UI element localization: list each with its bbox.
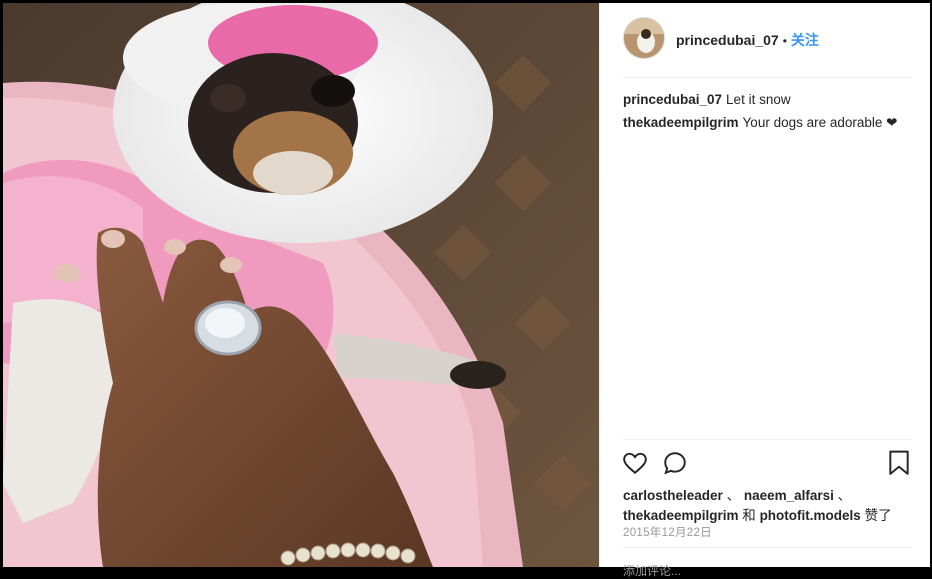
separator-dot: • [782, 34, 787, 48]
avatar[interactable] [623, 17, 665, 59]
likes-and: 和 [738, 508, 760, 523]
comment-item: thekadeempilgrim Your dogs are adorable ❤ [623, 115, 913, 131]
liker-username[interactable]: thekadeempilgrim [623, 508, 739, 523]
comment-box-divider [623, 547, 912, 548]
post-header: princedubai_07 • 关注 [600, 3, 930, 77]
likes-suffix: 赞了 [860, 508, 892, 523]
likes-separator: 、 [833, 488, 852, 503]
actions-divider [623, 439, 912, 440]
comment-username[interactable]: thekadeempilgrim [623, 115, 739, 130]
comment-text: Your dogs are adorable ❤ [742, 115, 898, 130]
post-photo[interactable] [3, 3, 599, 567]
post-date[interactable]: 2015年12月22日 [623, 524, 712, 540]
likes-summary: carlostheleader 、 naeem_alfarsi 、 thekad… [623, 486, 913, 526]
post-username[interactable]: princedubai_07 [676, 32, 779, 48]
comment-bubble-icon[interactable] [662, 450, 688, 481]
liker-username[interactable]: naeem_alfarsi [744, 488, 834, 503]
bookmark-icon[interactable] [888, 450, 910, 481]
comment-list: princedubai_07 Let it snow thekadeempilgr… [623, 92, 913, 139]
user-row: princedubai_07 • 关注 [676, 30, 819, 50]
header-divider [623, 77, 912, 78]
comment-text: Let it snow [726, 92, 791, 107]
liker-username[interactable]: photofit.models [760, 508, 861, 523]
like-heart-icon[interactable] [622, 450, 648, 481]
comment-item: princedubai_07 Let it snow [623, 92, 913, 107]
post-side-panel: princedubai_07 • 关注 princedubai_07 Let it s… [599, 3, 930, 578]
follow-button[interactable]: 关注 [791, 32, 819, 48]
comment-username[interactable]: princedubai_07 [623, 92, 722, 107]
action-bar [622, 450, 912, 478]
liker-username[interactable]: carlostheleader [623, 488, 723, 503]
add-comment-input[interactable]: 添加评论... [623, 562, 681, 579]
likes-separator: 、 [722, 488, 744, 503]
